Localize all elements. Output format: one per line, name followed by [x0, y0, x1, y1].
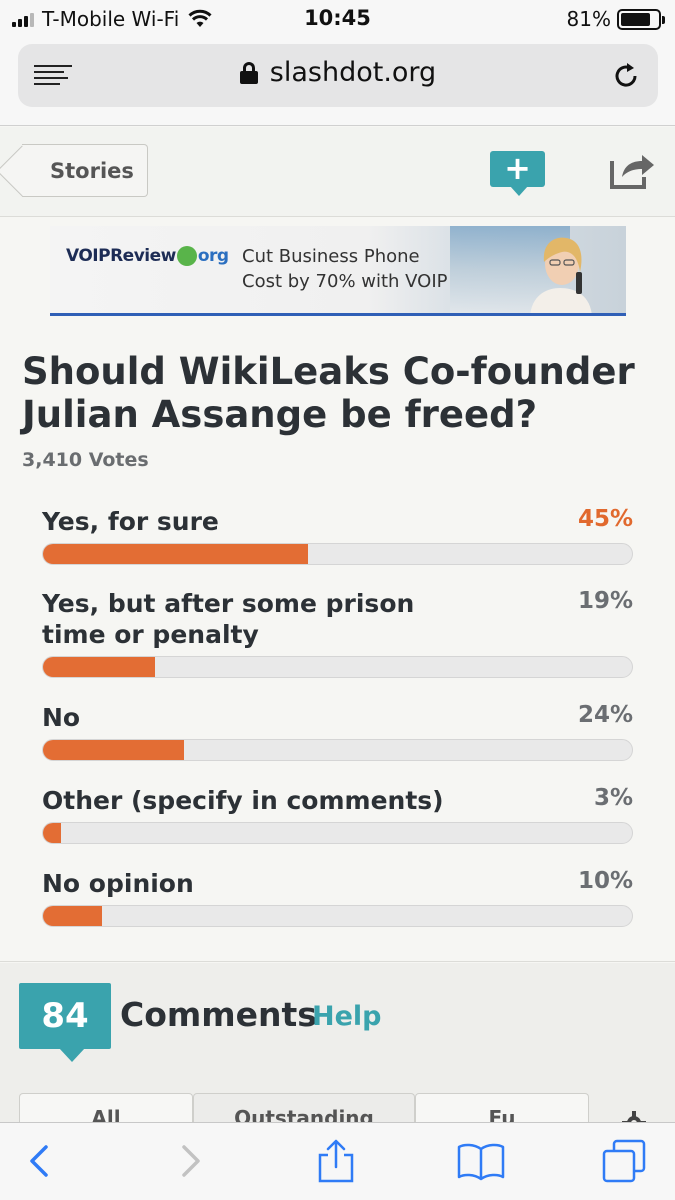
browser-toolbar — [0, 1122, 675, 1200]
poll-option-bar — [42, 905, 633, 927]
reload-icon[interactable] — [610, 60, 642, 92]
comment-count-badge: 84 — [19, 983, 111, 1062]
ad-copy: Cut Business Phone Cost by 70% with VOIP — [242, 244, 448, 294]
share-sheet-icon[interactable] — [314, 1139, 358, 1183]
poll-option-percent: 45% — [577, 506, 633, 532]
lock-icon — [239, 61, 258, 84]
poll-question: Should WikiLeaks Co-founder Julian Assan… — [22, 350, 635, 436]
battery-label: 81% — [566, 7, 611, 31]
url-text: slashdot.org — [269, 57, 437, 88]
poll-option[interactable]: Other (specify in comments) 3% — [42, 785, 633, 844]
poll-option-label: Yes, but after some prison time or penal… — [42, 589, 415, 649]
poll-option[interactable]: Yes, for sure 45% — [42, 506, 633, 565]
stories-label: Stories — [50, 158, 134, 183]
poll-option-label: Yes, for sure — [42, 507, 219, 536]
poll-section: Should WikiLeaks Co-founder Julian Assan… — [0, 326, 675, 962]
comments-section: 84 Comments Help All Outstanding Fu — [0, 963, 675, 1135]
poll-option-percent: 24% — [577, 702, 633, 728]
poll-option[interactable]: Yes, but after some prison time or penal… — [42, 588, 633, 678]
address-bar[interactable]: slashdot.org — [18, 44, 658, 107]
stories-back-button[interactable]: Stories — [22, 144, 148, 197]
poll-option-bar-fill — [43, 544, 309, 564]
poll-option-bar-fill — [43, 657, 155, 677]
share-icon[interactable] — [608, 147, 656, 191]
poll-option-bar — [42, 543, 633, 565]
poll-vote-count: 3,410 Votes — [22, 449, 149, 471]
advertisement-banner[interactable]: VOIPReview org Cut Business Phone Cost by… — [50, 226, 626, 316]
poll-option-percent: 19% — [577, 588, 633, 614]
ad-logo-globe-icon — [176, 246, 197, 266]
ad-line-2: Cost by 70% with VOIP — [242, 271, 448, 292]
poll-option-percent: 10% — [577, 868, 633, 894]
poll-option-bar — [42, 656, 633, 678]
forward-icon[interactable] — [168, 1139, 212, 1183]
poll-option-bar-fill — [43, 906, 102, 926]
bookmarks-icon[interactable] — [456, 1139, 506, 1183]
comments-heading: Comments — [120, 995, 317, 1034]
submit-story-button[interactable]: + — [490, 149, 545, 196]
ad-person-image — [530, 237, 592, 313]
poll-option-bar-fill — [43, 740, 185, 760]
battery-group: 81% — [566, 7, 665, 31]
url-display[interactable]: slashdot.org — [18, 57, 658, 88]
poll-option-bar — [42, 822, 633, 844]
status-bar: T-Mobile Wi-Fi 10:45 81% — [0, 0, 675, 38]
poll-option-percent: 3% — [593, 785, 633, 811]
poll-option-label: No — [42, 703, 81, 732]
plus-icon: + — [504, 149, 531, 187]
poll-option-bar-fill — [43, 823, 61, 843]
back-icon[interactable] — [18, 1139, 62, 1183]
site-header: Stories + — [0, 127, 675, 217]
browser-chrome: slashdot.org — [0, 38, 675, 126]
poll-option[interactable]: No opinion 10% — [42, 868, 633, 927]
battery-icon — [617, 8, 665, 30]
help-link[interactable]: Help — [312, 1001, 382, 1032]
poll-option-bar — [42, 739, 633, 761]
ad-line-1: Cut Business Phone — [242, 246, 420, 267]
ad-logo: VOIPReview org — [66, 246, 229, 266]
poll-option-label: No opinion — [42, 869, 194, 898]
poll-option-label: Other (specify in comments) — [42, 786, 444, 815]
tabs-icon[interactable] — [602, 1139, 646, 1183]
ad-logo-main: VOIPReview — [66, 246, 176, 266]
ad-logo-suffix: org — [197, 246, 229, 266]
poll-option[interactable]: No 24% — [42, 702, 633, 761]
